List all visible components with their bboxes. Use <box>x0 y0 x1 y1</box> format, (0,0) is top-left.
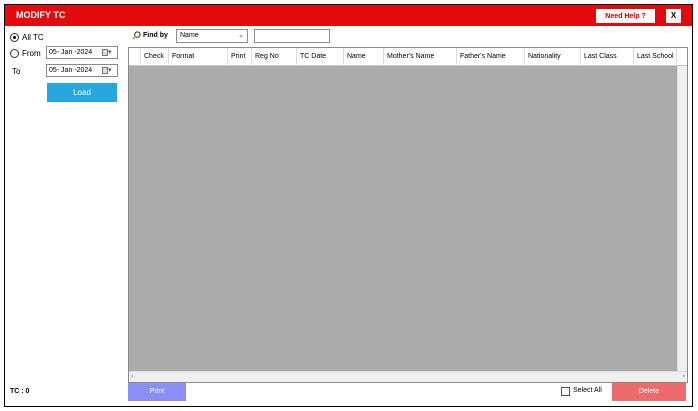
select-all-label: Select All <box>573 387 602 394</box>
tc-grid[interactable]: Check Format Print Reg No TC Date Name M… <box>128 47 688 383</box>
select-all-checkbox[interactable] <box>561 387 570 396</box>
to-label: To <box>12 67 21 76</box>
from-label: From <box>22 49 41 58</box>
column-header[interactable]: Last Class <box>581 48 634 66</box>
calendar-dropdown-icon[interactable]: ▾ <box>102 48 115 57</box>
print-button[interactable]: Print <box>128 383 186 401</box>
column-header[interactable]: Mother's Name <box>384 48 457 66</box>
search-input[interactable] <box>254 29 330 43</box>
column-header[interactable]: Nationality <box>525 48 581 66</box>
find-by-field-value: Name <box>180 32 199 39</box>
calendar-dropdown-icon[interactable]: ▾ <box>102 66 115 75</box>
find-by: Find by <box>132 29 168 43</box>
from-date-picker[interactable]: 05- Jan -2024 ▾ <box>46 46 118 59</box>
column-header[interactable]: Last School <box>634 48 677 66</box>
close-button[interactable]: X <box>666 9 681 23</box>
find-by-label: Find by <box>143 32 168 39</box>
chevron-down-icon: ⌄ <box>238 32 244 39</box>
delete-button[interactable]: Delete <box>612 383 686 401</box>
tc-count: TC : 0 <box>10 388 30 395</box>
title-bar: MODIFY TC Need Help ? X <box>5 5 692 26</box>
from-date-value: 05- Jan -2024 <box>49 49 93 56</box>
horizontal-scrollbar[interactable]: ‹ › <box>129 371 687 382</box>
scroll-right-icon[interactable]: › <box>683 372 685 382</box>
column-header[interactable]: Name <box>344 48 384 66</box>
to-date-value: 05- Jan -2024 <box>49 67 93 74</box>
find-by-field-select[interactable]: Name ⌄ <box>176 29 248 43</box>
to-date-picker[interactable]: 05- Jan -2024 ▾ <box>46 64 118 77</box>
modify-tc-window: MODIFY TC Need Help ? X All TC From 05- … <box>4 4 693 407</box>
column-header[interactable]: Reg No <box>252 48 297 66</box>
vertical-scrollbar[interactable] <box>677 66 687 372</box>
need-help-button[interactable]: Need Help ? <box>596 9 655 23</box>
column-header[interactable]: TC Date <box>297 48 344 66</box>
scroll-left-icon[interactable]: ‹ <box>131 372 133 382</box>
column-header[interactable]: Format <box>169 48 228 66</box>
load-button[interactable]: Load <box>47 83 117 102</box>
column-header[interactable]: Father's Name <box>457 48 525 66</box>
column-header[interactable]: Check <box>141 48 169 66</box>
column-header[interactable]: Print <box>228 48 252 66</box>
search-icon <box>132 31 141 40</box>
all-tc-radio[interactable] <box>10 33 19 42</box>
all-tc-label: All TC <box>22 33 44 42</box>
row-header-cell <box>129 48 141 66</box>
grid-header: Check Format Print Reg No TC Date Name M… <box>129 48 687 66</box>
window-title: MODIFY TC <box>16 10 66 20</box>
from-radio[interactable] <box>10 49 19 58</box>
